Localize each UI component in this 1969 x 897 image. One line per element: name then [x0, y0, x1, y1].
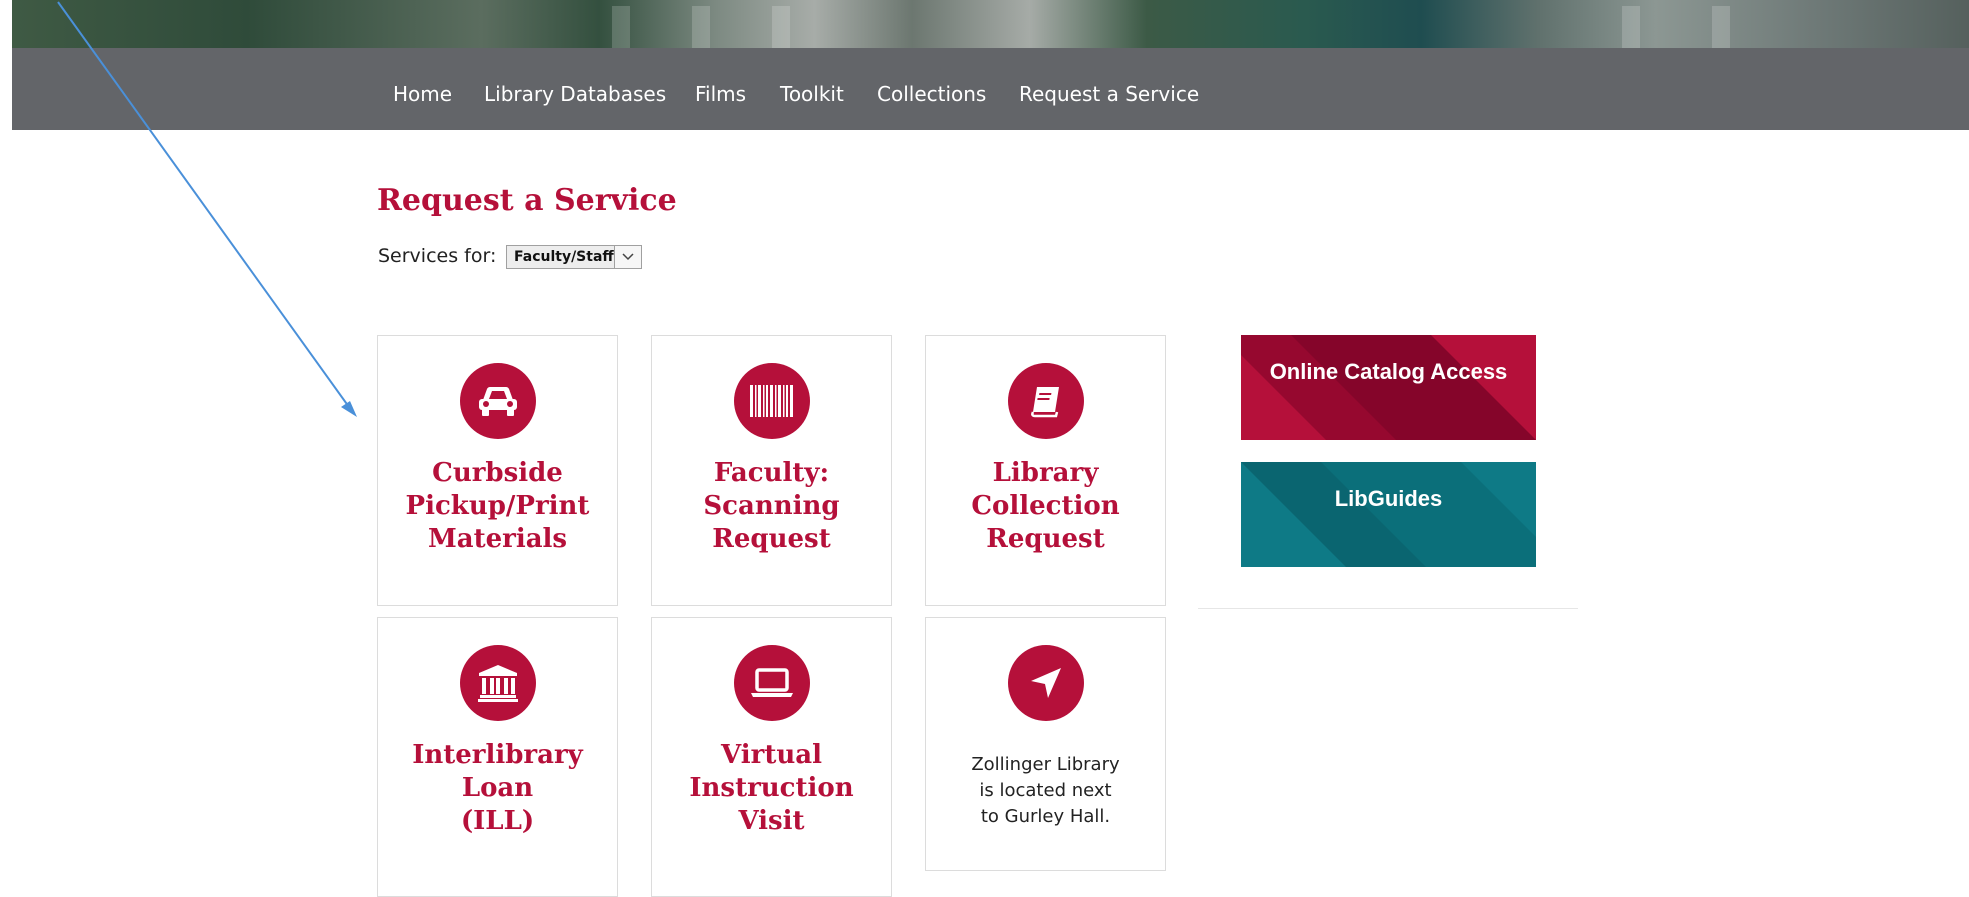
service-card-interlibrary-loan[interactable]: Interlibrary Loan (ILL) — [377, 617, 618, 897]
online-catalog-access-button[interactable]: Online Catalog Access — [1241, 335, 1536, 440]
service-card-scanning[interactable]: Faculty: Scanning Request — [651, 335, 892, 606]
audience-select-value: Faculty/Staff — [514, 249, 614, 265]
card-title: Interlibrary Loan (ILL) — [412, 740, 583, 836]
barcode-icon — [734, 363, 810, 439]
book-icon — [1008, 363, 1084, 439]
nav-library-databases[interactable]: Library Databases — [484, 82, 666, 106]
laptop-icon — [734, 645, 810, 721]
nav-home[interactable]: Home — [393, 82, 452, 106]
promo-label: Online Catalog Access — [1269, 359, 1508, 384]
location-info-card: Zollinger Library is located next to Gur… — [925, 617, 1166, 871]
sidebar-divider — [1198, 608, 1578, 609]
car-icon — [460, 363, 536, 439]
nav-request-a-service[interactable]: Request a Service — [1019, 82, 1199, 106]
card-title: Curbside Pickup/Print Materials — [405, 458, 590, 554]
nav-collections[interactable]: Collections — [877, 82, 986, 106]
service-card-curbside[interactable]: Curbside Pickup/Print Materials — [377, 335, 618, 606]
header-banner-image — [12, 0, 1969, 48]
page-title: Request a Service — [377, 183, 677, 218]
location-note: Zollinger Library is located next to Gur… — [971, 754, 1120, 827]
card-title: Faculty: Scanning Request — [703, 458, 840, 554]
libguides-button[interactable]: LibGuides — [1241, 462, 1536, 567]
audience-select[interactable]: Faculty/Staff — [506, 245, 642, 269]
services-for-label: Services for: — [378, 245, 497, 267]
chevron-down-icon[interactable] — [614, 246, 641, 268]
card-title: Virtual Instruction Visit — [689, 740, 854, 836]
location-arrow-icon — [1008, 645, 1084, 721]
nav-toolkit[interactable]: Toolkit — [780, 82, 844, 106]
service-card-collection-request[interactable]: Library Collection Request — [925, 335, 1166, 606]
nav-films[interactable]: Films — [695, 82, 746, 106]
card-title: Library Collection Request — [971, 458, 1120, 554]
service-card-virtual-instruction[interactable]: Virtual Instruction Visit — [651, 617, 892, 897]
promo-label: LibGuides — [1334, 486, 1443, 511]
main-nav — [12, 48, 1969, 130]
bank-icon — [460, 645, 536, 721]
